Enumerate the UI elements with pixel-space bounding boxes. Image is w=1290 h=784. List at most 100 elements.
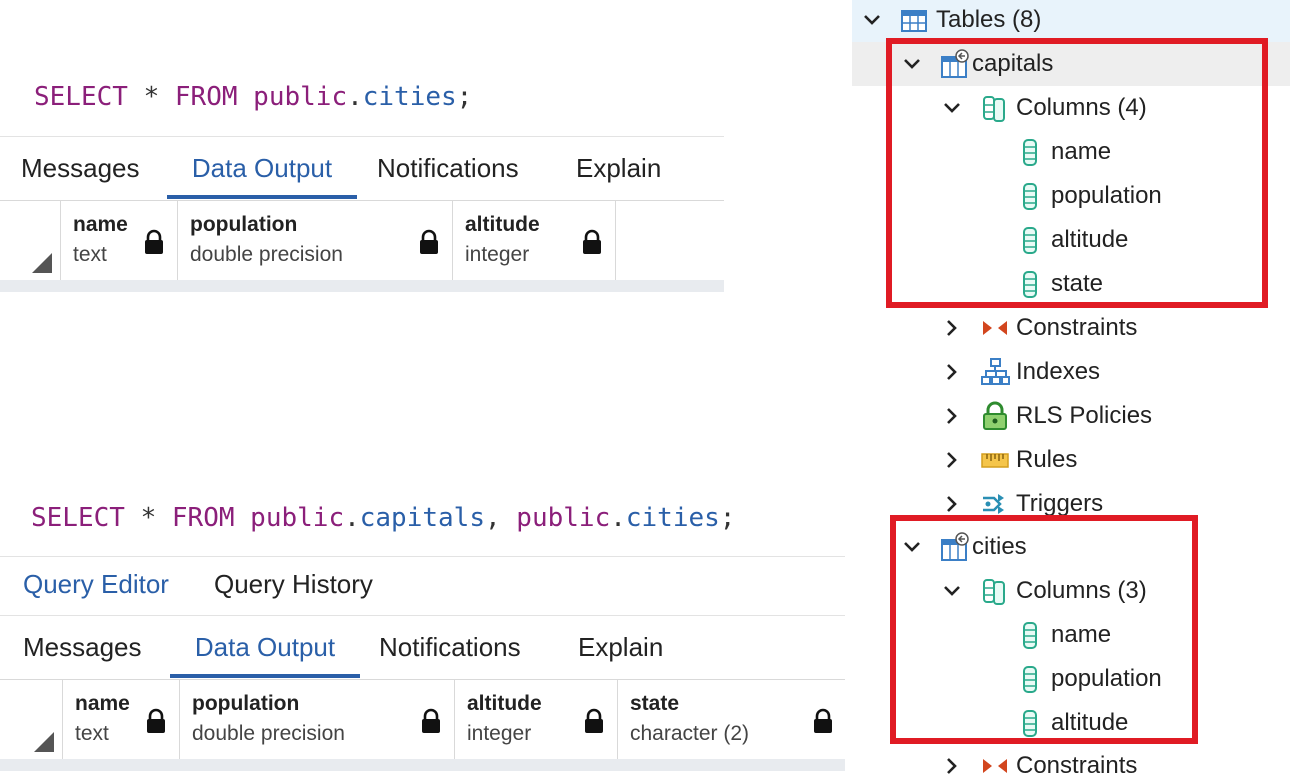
lock-icon	[812, 708, 834, 734]
tab-label: Query Editor	[23, 568, 169, 599]
chevron-right-icon	[942, 406, 962, 426]
column-name: altitude	[465, 213, 540, 236]
column-header[interactable]: population double precision	[178, 201, 453, 281]
sql-table: cities	[362, 82, 457, 112]
tab-query-editor[interactable]: Query Editor	[23, 557, 169, 611]
tab-notifications[interactable]: Notifications	[377, 137, 519, 199]
row-header-corner[interactable]	[0, 201, 61, 281]
tree-item-label: Rules	[1016, 446, 1078, 473]
sql-schema: public	[250, 503, 345, 533]
tree-item-tables[interactable]: Tables (8)	[862, 0, 1041, 42]
lock-icon	[420, 708, 442, 734]
sql-schema: public	[253, 82, 348, 112]
tab-label: Notifications	[377, 152, 519, 183]
tab-label: Messages	[21, 152, 140, 183]
tree-item-label: Indexes	[1016, 358, 1101, 385]
column-name: name	[75, 692, 130, 715]
select-all-corner-icon	[32, 253, 52, 273]
sql-keyword: SELECT	[34, 82, 128, 112]
sql-star: *	[143, 82, 160, 112]
tab-notifications[interactable]: Notifications	[379, 616, 521, 678]
column-type: text	[73, 243, 107, 266]
sql-keyword: FROM	[171, 503, 235, 533]
tab-label: Data Output	[191, 152, 333, 183]
tab-data-output[interactable]: Data Output	[167, 137, 357, 199]
active-tab-underline	[170, 674, 360, 678]
column-header[interactable]: population double precision	[180, 680, 455, 760]
column-type: double precision	[192, 722, 345, 745]
tab-data-output[interactable]: Data Output	[170, 616, 360, 678]
tree-item-label: Tables (8)	[936, 6, 1042, 33]
column-header[interactable]: altitude integer	[455, 680, 618, 760]
tab-label: Notifications	[379, 631, 521, 662]
editor-tabs: Query Editor Query History	[0, 556, 845, 610]
tab-query-history[interactable]: Query History	[214, 557, 373, 611]
tree-item-rls-policies[interactable]: RLS Policies	[942, 394, 1152, 438]
constraints-icon	[980, 751, 1010, 781]
lock-icon	[583, 708, 605, 734]
sql-dot: .	[610, 503, 626, 533]
column-header[interactable]: name text	[61, 201, 178, 281]
highlight-box-cities	[890, 515, 1198, 744]
chevron-down-icon	[862, 10, 882, 30]
tree-item-rules[interactable]: Rules	[942, 438, 1077, 482]
highlight-box-capitals	[886, 38, 1268, 308]
result-tabs-1: Messages Data Output Notifications Expla…	[0, 136, 724, 199]
sql-dot: .	[347, 82, 363, 112]
sql-semicolon: ;	[456, 82, 473, 112]
sql-table: capitals	[359, 503, 485, 533]
tree-item-indexes[interactable]: Indexes	[942, 350, 1100, 394]
column-type: integer	[467, 722, 532, 745]
lock-icon	[581, 229, 603, 255]
table-icon	[900, 5, 930, 35]
tree-item-label: Constraints	[1016, 752, 1138, 779]
tab-messages[interactable]: Messages	[23, 616, 142, 678]
tab-messages[interactable]: Messages	[21, 137, 140, 199]
rules-icon	[980, 445, 1010, 475]
lock-icon	[143, 229, 165, 255]
tree-item-label: Constraints	[1016, 314, 1138, 341]
tab-label: Messages	[23, 631, 142, 662]
data-grid-header-2: name text population double precision al…	[0, 679, 845, 760]
tree-item-constraints[interactable]: Constraints	[942, 744, 1137, 784]
column-name: state	[630, 692, 680, 715]
column-type: text	[75, 722, 109, 745]
column-name: name	[73, 213, 128, 236]
query-1-text[interactable]: SELECT * FROM public.cities;	[34, 82, 472, 112]
column-name: altitude	[467, 692, 542, 715]
tree-item-label: RLS Policies	[1016, 402, 1153, 429]
tree-item-constraints[interactable]: Constraints	[942, 306, 1137, 350]
grid-scroll-area[interactable]	[0, 280, 724, 292]
column-header[interactable]: altitude integer	[453, 201, 616, 281]
tab-explain[interactable]: Explain	[576, 137, 661, 199]
sql-comma: ,	[484, 503, 501, 533]
constraints-icon	[980, 313, 1010, 343]
column-header[interactable]: name text	[63, 680, 180, 760]
tab-label: Explain	[576, 152, 662, 183]
sql-keyword: FROM	[174, 82, 238, 112]
select-all-corner-icon	[34, 732, 54, 752]
grid-scroll-area[interactable]	[0, 759, 845, 771]
sql-schema: public	[516, 503, 611, 533]
sql-table: cities	[625, 503, 720, 533]
chevron-right-icon	[942, 494, 962, 514]
chevron-right-icon	[942, 450, 962, 470]
sql-star: *	[140, 503, 157, 533]
tab-label: Data Output	[194, 631, 336, 662]
column-header[interactable]: state character (2)	[618, 680, 845, 760]
lock-icon	[418, 229, 440, 255]
tab-label: Query History	[214, 568, 373, 599]
sql-semicolon: ;	[719, 503, 736, 533]
row-header-corner[interactable]	[0, 680, 63, 760]
data-grid-header-1: name text population double precision al…	[0, 200, 724, 281]
sql-dot: .	[344, 503, 360, 533]
tab-explain[interactable]: Explain	[578, 616, 663, 678]
result-tabs-2: Messages Data Output Notifications Expla…	[0, 615, 845, 678]
tab-label: Explain	[578, 631, 664, 662]
active-tab-underline	[167, 195, 357, 199]
query-2-text[interactable]: SELECT * FROM public.capitals, public.ci…	[31, 503, 735, 533]
tree-item-label: Triggers	[1016, 490, 1104, 517]
column-name: population	[192, 692, 300, 715]
rls-policy-icon	[980, 401, 1010, 431]
column-type: integer	[465, 243, 530, 266]
